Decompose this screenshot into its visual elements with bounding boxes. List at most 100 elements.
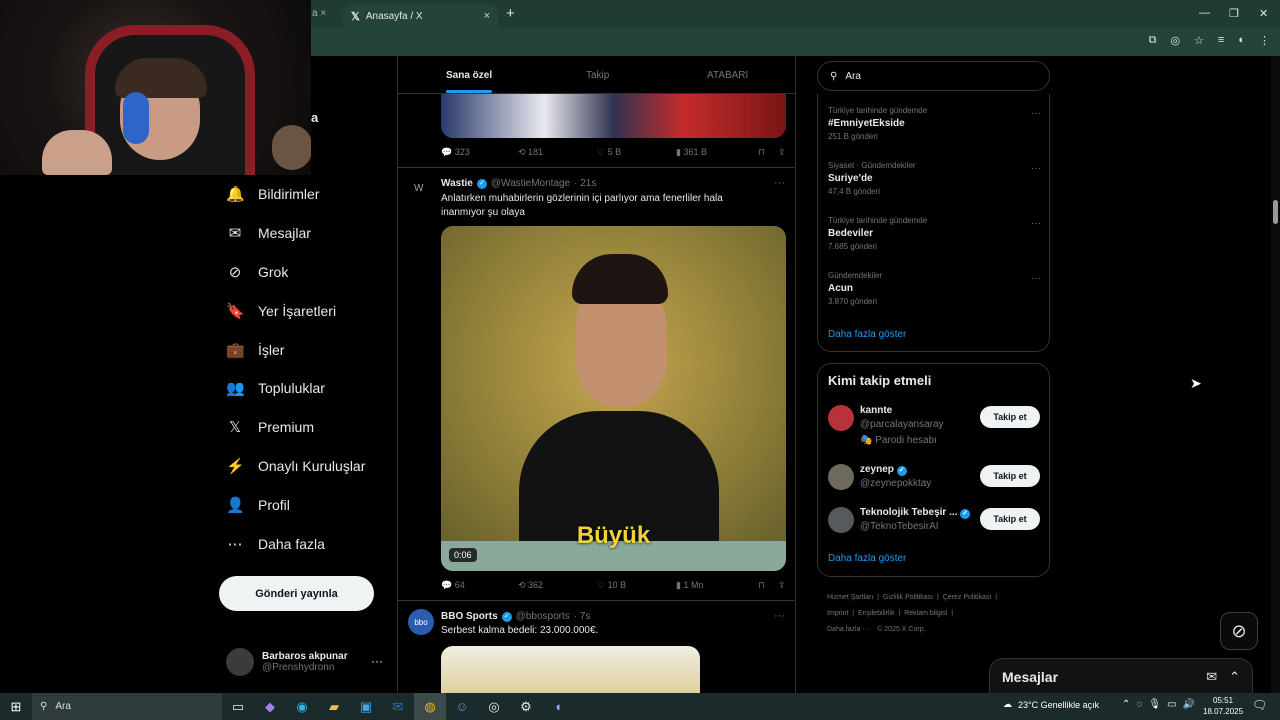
trend-more-icon[interactable]: ···	[1031, 273, 1041, 284]
avatar[interactable]	[828, 405, 854, 431]
share-icon[interactable]: ⇪	[778, 580, 786, 591]
reply-button[interactable]: 💬 323	[441, 147, 518, 158]
tab-atabari[interactable]: ATABARI	[707, 70, 748, 81]
suggestion-name[interactable]: kannte	[860, 405, 892, 416]
tab-for-you[interactable]: Sana özel	[446, 70, 492, 81]
store-icon[interactable]: ▣	[350, 693, 382, 720]
follow-suggestion[interactable]: Teknolojik Tebeşir ... ✓ @TeknoTebesirAI…	[828, 507, 1040, 541]
cast-icon[interactable]: ⧉	[1149, 34, 1157, 47]
trend-item[interactable]: Türkiye tarihinde gündemde #EmniyetEksid…	[828, 106, 927, 141]
display-icon[interactable]: ▭	[1167, 699, 1176, 710]
weather-widget[interactable]: ☁ 23°C Genellikle açık	[1003, 699, 1099, 710]
author-name[interactable]: Wastie	[441, 178, 473, 189]
app-icon[interactable]: ◖	[542, 693, 574, 720]
footer-link[interactable]: Gizlilik Politikası	[883, 594, 933, 601]
minimize-button[interactable]: —	[1199, 7, 1210, 19]
bookmark-icon[interactable]: ⊓	[758, 580, 778, 591]
follow-button[interactable]: Takip et	[980, 508, 1040, 530]
media-icon[interactable]: ≡	[1218, 34, 1224, 47]
eye-off-icon[interactable]: ◎	[1170, 34, 1180, 47]
suggestion-name[interactable]: zeynep ✓	[860, 464, 907, 476]
outlook-icon[interactable]: ✉	[382, 693, 414, 720]
follow-show-more-link[interactable]: Daha fazla göster	[828, 553, 906, 564]
discord-icon[interactable]: ☺	[446, 693, 478, 720]
views-button[interactable]: ▮ 361 B	[676, 147, 758, 158]
tab-close-button[interactable]: ×	[484, 10, 490, 22]
footer-link[interactable]: Reklam bilgisi	[904, 610, 947, 617]
new-message-icon[interactable]: ✉	[1206, 669, 1217, 685]
trend-more-icon[interactable]: ···	[1031, 163, 1041, 174]
views-button[interactable]: ▮ 1 Mn	[676, 580, 758, 591]
messages-dock[interactable]: Mesajlar ✉ ⌃	[989, 658, 1253, 696]
profile-icon[interactable]: ◐	[1238, 34, 1245, 47]
footer-link[interactable]: Çerez Politikası	[943, 594, 992, 601]
trend-item[interactable]: Siyaset · Gündemdekiler Suriye'de 47,4 B…	[828, 161, 916, 196]
follow-suggestion[interactable]: zeynep ✓ @zeynepokktay Takip et	[828, 464, 1040, 498]
edge-icon[interactable]: ◉	[286, 693, 318, 720]
scrollbar-thumb[interactable]	[1273, 200, 1278, 224]
restore-button[interactable]: ❐	[1229, 7, 1239, 20]
account-switcher[interactable]: Barbaros akpunar @Prenshydronn	[226, 648, 386, 676]
volume-icon[interactable]: 🔊	[1183, 699, 1195, 710]
tweet-media[interactable]	[441, 94, 786, 138]
avatar[interactable]	[828, 507, 854, 533]
start-button[interactable]: ⊞	[0, 699, 32, 715]
nav-item[interactable]: 👤 Profil	[226, 492, 290, 518]
task-view-icon[interactable]: ▭	[222, 693, 254, 720]
author-handle[interactable]: @bbosports	[516, 611, 570, 622]
notification-icon[interactable]: 🗨	[1252, 698, 1267, 712]
trend-item[interactable]: Gündemdekiler Acun 3.870 gönderi	[828, 271, 882, 306]
tweet-time[interactable]: · 7s	[574, 611, 591, 622]
bookmark-icon[interactable]: ⊓	[758, 147, 778, 158]
nav-item[interactable]: 👥 Topluluklar	[226, 375, 325, 401]
account-more-icon[interactable]: ···	[371, 654, 383, 668]
share-icon[interactable]: ⇪	[778, 147, 786, 158]
like-button[interactable]: ♡ 5 B	[597, 147, 676, 158]
avatar[interactable]: bbo	[408, 609, 434, 635]
tweet-video[interactable]: Büyük 0:06	[441, 226, 786, 571]
footer-link[interactable]: Erişilebilirlik	[858, 610, 895, 617]
trends-show-more-link[interactable]: Daha fazla göster	[828, 329, 906, 340]
previous-tab[interactable]: a ×	[312, 8, 326, 19]
scrollbar[interactable]	[1271, 56, 1280, 693]
trend-more-icon[interactable]: ···	[1031, 218, 1041, 229]
tweet-more-icon[interactable]: ···	[774, 177, 785, 189]
taskbar-search[interactable]: ⚲ Ara	[32, 693, 222, 720]
footer-link[interactable]: Daha fazla ···	[827, 626, 869, 633]
nav-item[interactable]: 𝕏 Premium	[226, 414, 314, 440]
nav-item[interactable]: 🔔 Bildirimler	[226, 181, 319, 207]
nav-item[interactable]: ⋯ Daha fazla	[226, 531, 325, 557]
star-icon[interactable]: ☆	[1194, 34, 1204, 47]
tab-following[interactable]: Takip	[586, 70, 609, 81]
avatar[interactable]	[828, 464, 854, 490]
file-explorer-icon[interactable]: ▰	[318, 693, 350, 720]
repost-button[interactable]: ⟲ 181	[518, 147, 597, 158]
follow-suggestion[interactable]: kannte @parcalayansaray 🎭 Parodi hesabı …	[828, 405, 1040, 446]
reply-button[interactable]: 💬 64	[441, 580, 518, 591]
like-button[interactable]: ♡ 10 B	[597, 580, 676, 591]
avatar[interactable]: W	[414, 183, 423, 194]
active-tab[interactable]: 𝕏 Anasayfa / X ×	[343, 4, 498, 28]
chrome-icon[interactable]: ◍	[414, 693, 446, 720]
copilot-icon[interactable]: ◆	[254, 693, 286, 720]
network-icon[interactable]: ◌	[1136, 699, 1142, 710]
follow-button[interactable]: Takip et	[980, 465, 1040, 487]
close-window-button[interactable]: ✕	[1259, 7, 1268, 20]
chevron-up-icon[interactable]: ⌃	[1122, 699, 1130, 710]
post-button[interactable]: Gönderi yayınla	[219, 576, 374, 611]
nav-item[interactable]: 🔖 Yer İşaretleri	[226, 298, 336, 324]
nav-item[interactable]: ⚡ Onaylı Kuruluşlar	[226, 453, 365, 479]
expand-icon[interactable]: ⌃	[1229, 669, 1240, 685]
footer-link[interactable]: Imprint	[827, 610, 848, 617]
suggestion-name[interactable]: Teknolojik Tebeşir ... ✓	[860, 507, 971, 519]
author-name[interactable]: BBO Sports	[441, 611, 498, 622]
nav-item[interactable]: ⊘ Grok	[226, 259, 289, 285]
taskbar-clock[interactable]: 05:51 18.07.2025	[1203, 695, 1243, 717]
nav-item[interactable]: 💼 İşler	[226, 337, 284, 363]
mic-icon[interactable]: 🎙	[1148, 699, 1161, 710]
menu-icon[interactable]: ⋮	[1259, 34, 1270, 47]
follow-button[interactable]: Takip et	[980, 406, 1040, 428]
grok-button[interactable]: ⊘	[1220, 612, 1258, 650]
author-handle[interactable]: @WastieMontage	[491, 178, 570, 189]
tweet-time[interactable]: · 21s	[574, 178, 596, 189]
